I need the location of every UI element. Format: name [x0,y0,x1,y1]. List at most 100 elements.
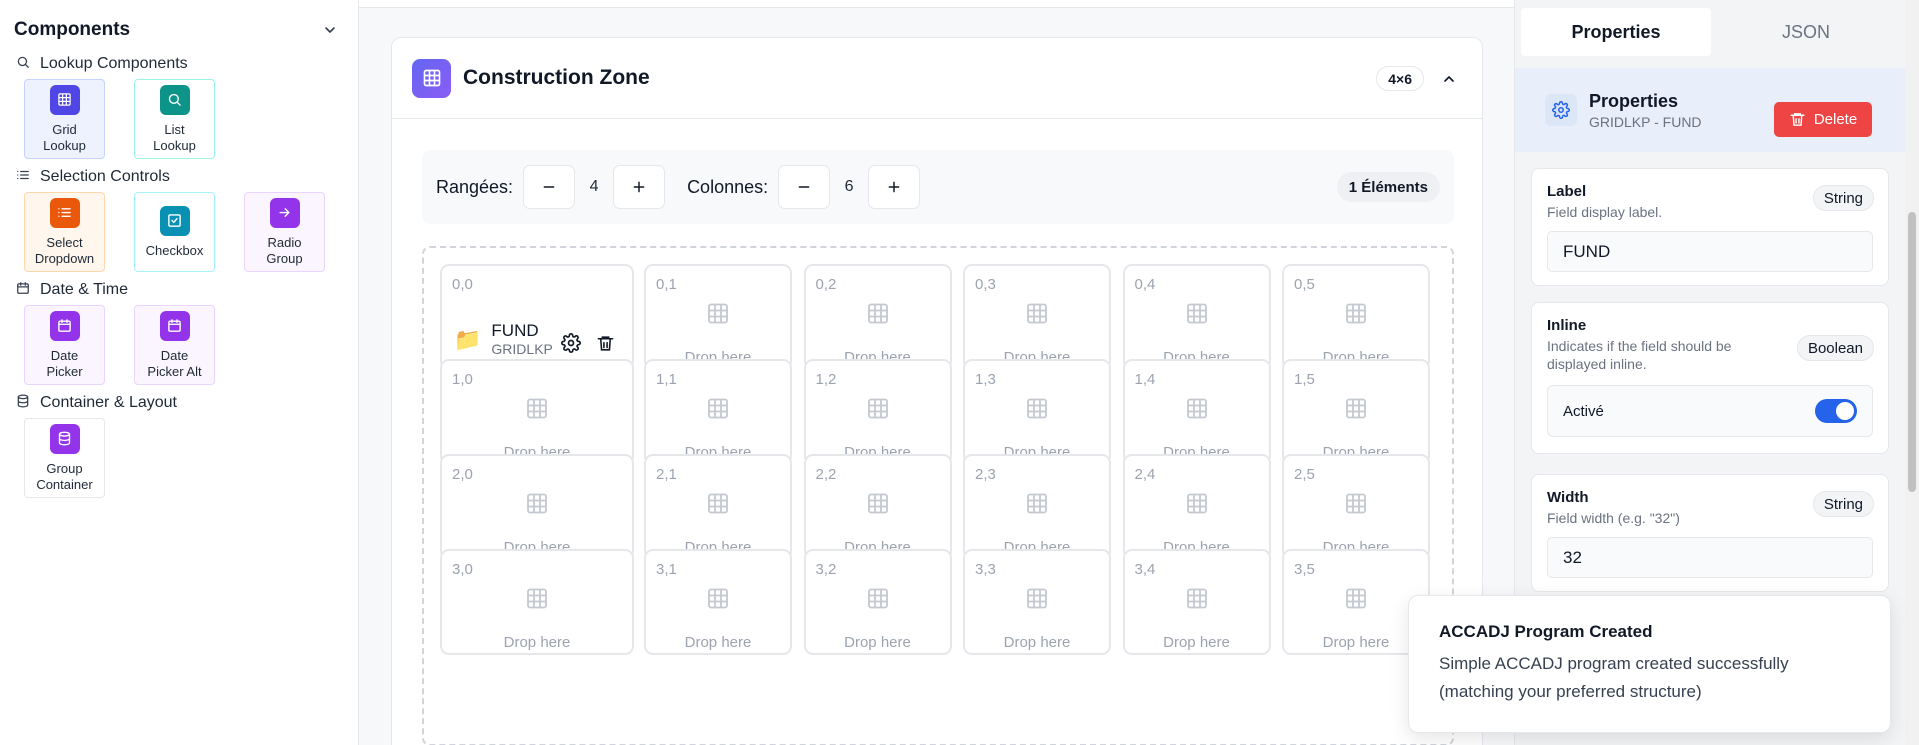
cell-coord: 2,4 [1134,466,1156,483]
field-name: FUND [491,321,539,340]
properties-header-text: Properties GRIDLKP - FUND [1589,91,1702,130]
component-list-lookup[interactable]: List Lookup [134,79,215,159]
cols-increment-button[interactable] [868,165,921,209]
tab-properties[interactable]: Properties [1521,8,1711,56]
component-checkbox[interactable]: Checkbox [134,192,215,272]
component-grid-lookup[interactable]: Grid Lookup [24,79,105,159]
gear-icon[interactable] [560,332,582,354]
grid-icon [866,587,890,616]
component-label: Select Dropdown [34,234,95,266]
sidebar-sections: Lookup Components Grid Lookup List Lookup Sel… [14,52,344,498]
cell-coord: 3,0 [452,561,473,578]
grid-cell[interactable]: 1,3 Drop here [963,359,1111,465]
cell-coord: 3,1 [656,561,677,578]
database-icon [49,423,80,454]
grid-cell[interactable]: 3,1 Drop here [644,549,792,655]
grid-cell[interactable]: 0,4 Drop here [1122,264,1271,370]
calendar-icon [49,310,80,341]
calendar-icon [159,310,190,341]
grid-cell[interactable]: 0,5 Drop here [1282,264,1430,370]
cell-coord: 2,3 [975,466,996,483]
calendar-icon [16,281,30,300]
cell-coord: 2,2 [815,466,837,483]
section-title: Container & Layout [14,391,344,415]
type-badge: Boolean [1796,335,1874,361]
sidebar-title: Components [14,19,131,40]
cell-coord: 1,1 [656,371,677,388]
scrollbar[interactable] [1905,0,1919,745]
cell-coord: 1,2 [815,371,837,388]
grid-cell[interactable]: 3,4 Drop here [1122,549,1271,655]
grid-icon [866,397,890,426]
grid-icon [1025,587,1049,616]
component-date-picker-alt[interactable]: Date Picker Alt [134,305,215,385]
rows-decrement-button[interactable] [523,165,576,209]
cols-decrement-button[interactable] [778,165,831,209]
grid-cell[interactable]: 0,1 Drop here [644,264,792,370]
grid-icon [1344,302,1368,331]
rows-increment-button[interactable] [613,165,666,209]
grid-icon [412,58,451,98]
grid-cell[interactable]: 2,0 Drop here [440,454,634,560]
component-label: Date Picker [46,347,83,379]
grid-cell[interactable]: 1,4 Drop here [1122,359,1271,465]
grid-icon [866,492,890,521]
component-date-picker[interactable]: Date Picker [24,305,105,385]
component-label: List Lookup [153,121,196,153]
width-prop-desc: Field width (e.g. "32") [1547,510,1680,526]
grid-cell[interactable]: 2,4 Drop here [1122,454,1271,560]
grid-cell[interactable]: 3,3 Drop here [963,549,1111,655]
grid-icon [706,587,730,616]
grid-cell[interactable]: 3,2 Drop here [803,549,952,655]
grid-cell[interactable]: 3,0 Drop here [440,549,634,655]
database-icon [16,394,30,413]
inline-prop-desc: Indicates if the field should be display… [1547,338,1732,372]
grid-cell[interactable]: 1,2 Drop here [803,359,952,465]
label-input[interactable]: FUND [1547,231,1873,272]
cell-coord: 3,4 [1134,561,1156,578]
scrollbar-thumb[interactable] [1908,212,1916,492]
grid-cell[interactable]: 0,3 Drop here [963,264,1111,370]
grid-cell[interactable]: 2,1 Drop here [644,454,792,560]
sidebar-section: Container & Layout Group Container [14,391,344,498]
cell-coord: 0,1 [656,276,677,293]
width-input[interactable]: 32 [1547,537,1873,578]
inline-toggle[interactable] [1815,399,1857,423]
panel-tabs: Properties JSON [1521,8,1901,56]
gear-icon [1545,94,1577,126]
section-items: Select Dropdown Checkbox Radio Group [14,192,344,272]
arrow-right-icon [269,197,300,228]
grid-cell-filled[interactable]: 0,0 📁 FUND GRIDLKP [440,264,634,370]
field-type: GRIDLKP [491,341,553,357]
inline-property-card: Inline Indicates if the field should be … [1531,302,1889,454]
section-title: Lookup Components [14,52,344,76]
grid-cell[interactable]: 1,0 Drop here [440,359,634,465]
cell-coord: 3,3 [975,561,996,578]
grid-cell[interactable]: 2,2 Drop here [803,454,952,560]
placed-field[interactable]: 📁 FUND GRIDLKP [454,322,553,358]
component-select-dropdown[interactable]: Select Dropdown [24,192,105,272]
chevron-down-icon[interactable] [316,16,344,44]
chevron-up-icon[interactable] [1436,66,1462,92]
grid-icon [525,587,549,616]
grid-cell[interactable]: 1,1 Drop here [644,359,792,465]
section-items: Group Container [14,418,344,498]
trash-icon[interactable] [594,332,616,354]
cell-coord: 2,1 [656,466,677,483]
type-badge: String [1812,185,1874,211]
width-property-card: Width Field width (e.g. "32") String 32 [1531,474,1889,592]
label-prop-desc: Field display label. [1547,204,1663,220]
list-icon [49,197,80,228]
delete-button[interactable]: Delete [1774,102,1872,137]
grid-cell[interactable]: 2,5 Drop here [1282,454,1430,560]
grid-cell[interactable]: 1,5 Drop here [1282,359,1430,465]
grid-cell[interactable]: 2,3 Drop here [963,454,1111,560]
grid-cell[interactable]: 0,2 Drop here [803,264,952,370]
cell-coord: 2,5 [1294,466,1315,483]
section-label: Date & Time [40,281,129,298]
cell-coord: 3,5 [1294,561,1315,578]
tab-json[interactable]: JSON [1711,8,1901,56]
cell-coord: 0,2 [815,276,837,293]
component-radio-group[interactable]: Radio Group [244,192,325,272]
component-group-container[interactable]: Group Container [24,418,105,498]
